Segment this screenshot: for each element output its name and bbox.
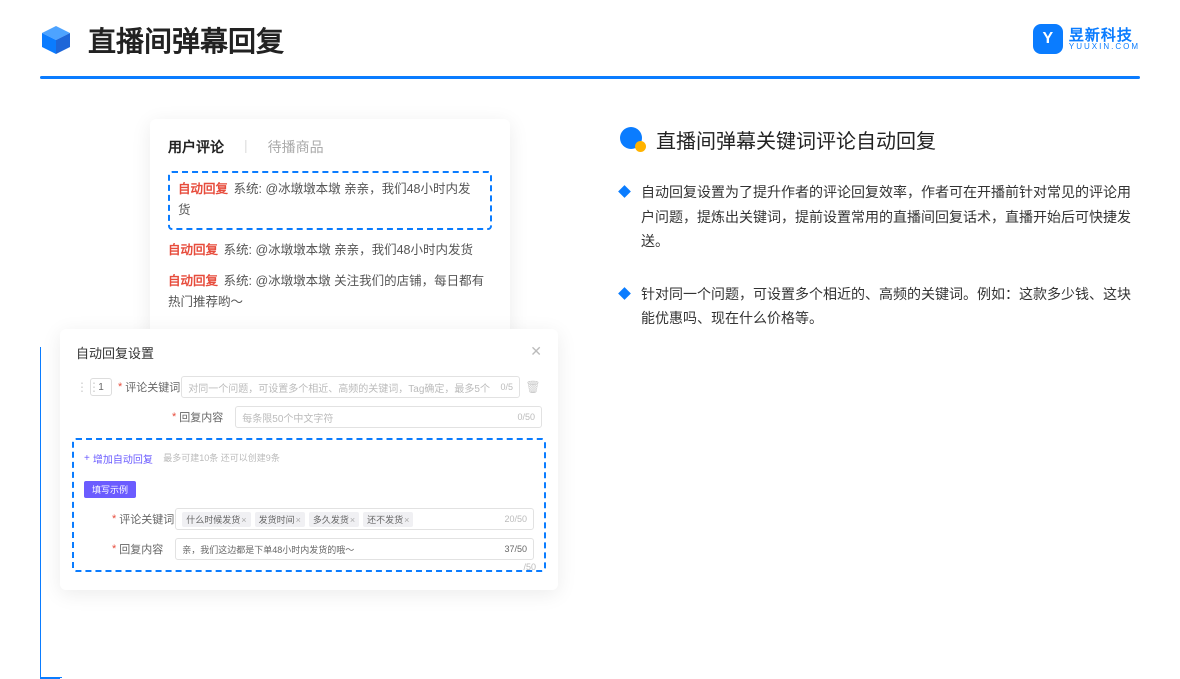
keyword-tag[interactable]: 什么时候发货×: [182, 512, 250, 527]
bullet-text: 自动回复设置为了提升作者的评论回复效率，作者可在开播前针对常见的评论用户问题，提…: [641, 180, 1140, 254]
ex-keyword-label: 评论关键词: [119, 511, 175, 527]
required-star: *: [112, 513, 116, 525]
ex-content-row: * 回复内容 亲，我们这边都是下单48小时内发货的哦～ 37/50: [84, 538, 534, 560]
comment-tabs: 用户评论 | 待播商品: [168, 137, 492, 157]
comment-card: 用户评论 | 待播商品 自动回复 系统: @冰墩墩本墩 亲亲，我们48小时内发货…: [150, 119, 510, 347]
auto-reply-tag: 自动回复: [178, 182, 228, 196]
keyword-input[interactable]: 对同一个问题，可设置多个相近、高频的关键词，Tag确定，最多5个 0/5: [181, 376, 520, 398]
required-star: *: [118, 381, 122, 393]
drag-handle-icon[interactable]: ⋮⋮: [76, 380, 88, 394]
keyword-label: 评论关键词: [125, 379, 181, 395]
required-star: *: [112, 543, 116, 555]
ex-keyword-row: * 评论关键词 什么时候发货× 发货时间× 多久发货× 还不发货× 20/50: [84, 508, 534, 530]
bullet-text: 针对同一个问题，可设置多个相近的、高频的关键词。例如：这款多少钱、这块能优惠吗、…: [641, 282, 1140, 331]
diamond-icon: [618, 185, 631, 198]
bullet-item: 自动回复设置为了提升作者的评论回复效率，作者可在开播前针对常见的评论用户问题，提…: [620, 180, 1140, 254]
diamond-icon: [618, 287, 631, 300]
logo-mark: Y: [1033, 24, 1063, 54]
highlighted-comment: 自动回复 系统: @冰墩墩本墩 亲亲，我们48小时内发货: [168, 171, 492, 230]
tab-user-comments[interactable]: 用户评论: [168, 137, 224, 157]
section-head: 直播间弹幕关键词评论自动回复: [620, 125, 1140, 154]
connector-line: [40, 347, 41, 677]
keyword-tag[interactable]: 还不发货×: [363, 512, 413, 527]
keyword-row: ⋮⋮ 1 * 评论关键词 对同一个问题，可设置多个相近、高频的关键词，Tag确定…: [76, 376, 542, 398]
logo-text: 昱新科技: [1069, 28, 1140, 43]
ex-content-text: 亲，我们这边都是下单48小时内发货的哦～: [182, 543, 354, 556]
section-title: 直播间弹幕关键词评论自动回复: [656, 125, 936, 154]
ex-keyword-input[interactable]: 什么时候发货× 发货时间× 多久发货× 还不发货× 20/50: [175, 508, 534, 530]
outer-count: /50: [523, 562, 536, 572]
content-count: 0/50: [517, 412, 535, 422]
ex-tag-count: 20/50: [504, 514, 527, 524]
bullet-list: 自动回复设置为了提升作者的评论回复效率，作者可在开播前针对常见的评论用户问题，提…: [620, 180, 1140, 331]
bubble-icon: [620, 127, 646, 153]
page-title: 直播间弹幕回复: [88, 20, 284, 60]
brand-logo: Y 昱新科技 YUUXIN.COM: [1033, 24, 1140, 54]
settings-card: 自动回复设置 ✕ ⋮⋮ 1 * 评论关键词 对同一个问题，可设置多个相近、高频的…: [60, 329, 558, 590]
example-badge: 填写示例: [84, 481, 136, 498]
page-header: 直播间弹幕回复 Y 昱新科技 YUUXIN.COM: [0, 0, 1180, 70]
left-panel: 用户评论 | 待播商品 自动回复 系统: @冰墩墩本墩 亲亲，我们48小时内发货…: [40, 119, 560, 679]
comment-line: 自动回复 系统: @冰墩墩本墩 关注我们的店铺，每日都有热门推荐哟～: [168, 271, 492, 314]
keyword-placeholder: 对同一个问题，可设置多个相近、高频的关键词，Tag确定，最多5个: [188, 380, 500, 395]
content-input[interactable]: 每条限50个中文字符 0/50: [235, 406, 542, 428]
keyword-count: 0/5: [500, 382, 513, 392]
ex-content-input[interactable]: 亲，我们这边都是下单48小时内发货的哦～ 37/50: [175, 538, 534, 560]
settings-title: 自动回复设置 ✕: [76, 343, 542, 362]
close-icon[interactable]: ✕: [530, 343, 542, 360]
tab-pending-products[interactable]: 待播商品: [268, 137, 324, 157]
add-auto-reply-link[interactable]: +增加自动回复: [84, 451, 153, 466]
comment-text: 系统: @冰墩墩本墩 亲亲，我们48小时内发货: [224, 243, 474, 257]
item-index: 1: [90, 378, 112, 396]
content-placeholder: 每条限50个中文字符: [242, 410, 517, 425]
keyword-tag[interactable]: 发货时间×: [255, 512, 305, 527]
right-panel: 直播间弹幕关键词评论自动回复 自动回复设置为了提升作者的评论回复效率，作者可在开…: [560, 119, 1140, 679]
comment-line: 自动回复 系统: @冰墩墩本墩 亲亲，我们48小时内发货: [168, 240, 492, 261]
ex-content-count: 37/50: [504, 544, 527, 554]
ex-content-label: 回复内容: [119, 541, 175, 557]
cube-icon: [40, 24, 72, 56]
logo-sub: YUUXIN.COM: [1069, 43, 1140, 51]
add-hint: 最多可建10条 还可以创建9条: [163, 453, 280, 463]
auto-reply-tag: 自动回复: [168, 243, 218, 257]
delete-icon[interactable]: 🗑: [524, 380, 542, 394]
example-block: +增加自动回复 最多可建10条 还可以创建9条 填写示例 * 评论关键词 什么时…: [72, 438, 546, 572]
keyword-tag[interactable]: 多久发货×: [309, 512, 359, 527]
tab-divider: |: [244, 137, 248, 157]
content-row: * 回复内容 每条限50个中文字符 0/50: [76, 406, 542, 428]
content-label: 回复内容: [179, 409, 235, 425]
auto-reply-tag: 自动回复: [168, 274, 218, 288]
required-star: *: [172, 411, 176, 423]
bullet-item: 针对同一个问题，可设置多个相近的、高频的关键词。例如：这款多少钱、这块能优惠吗、…: [620, 282, 1140, 331]
